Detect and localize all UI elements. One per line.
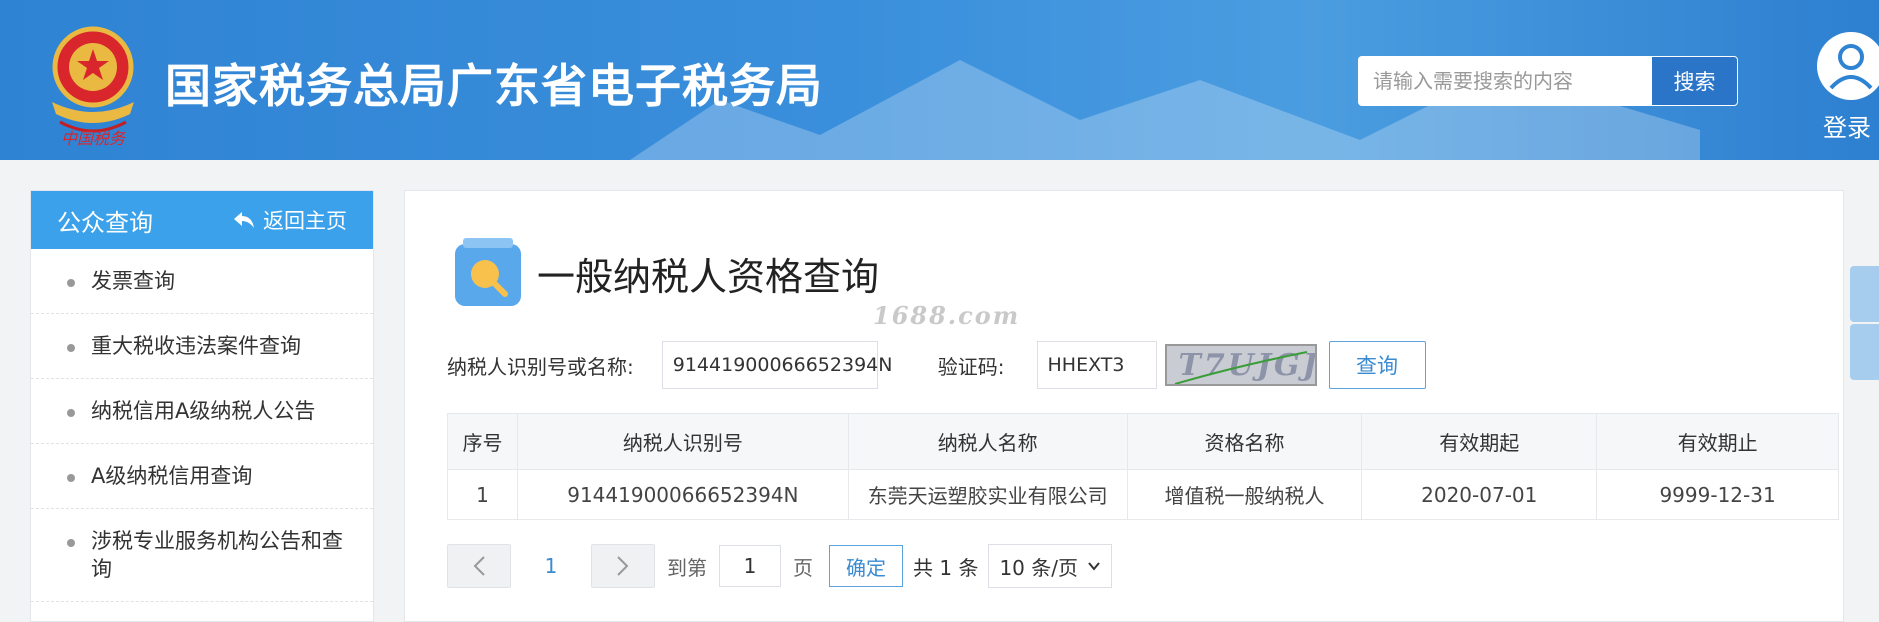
table-header-row: 序号 纳税人识别号 纳税人名称 资格名称 有效期起 有效期止 <box>447 413 1839 470</box>
cell-taxpayer-name: 东莞天运塑胶实业有限公司 <box>847 469 1128 520</box>
sidebar-item-a-level-announcement[interactable]: 纳税信用A级纳税人公告 <box>31 379 373 444</box>
sidebar-item-tax-violation-cases[interactable]: 重大税收违法案件查询 <box>31 314 373 379</box>
taxpayer-label: 纳税人识别号或名称: <box>447 354 634 379</box>
col-valid-from: 有效期起 <box>1361 413 1598 470</box>
back-home-link[interactable]: 返回主页 <box>233 205 347 235</box>
user-avatar-icon <box>1817 32 1879 100</box>
query-form: 纳税人识别号或名称: 91441900066652394N 验证码: HHEXT… <box>447 341 1426 389</box>
captcha-image[interactable]: T7UJGJ <box>1164 344 1317 386</box>
page-title: 一般纳税人资格查询 <box>537 255 880 299</box>
chevron-down-icon <box>1088 562 1101 571</box>
page-unit-label: 页 <box>793 555 813 580</box>
taxpayer-input[interactable]: 91441900066652394N <box>661 341 892 389</box>
goto-page-input[interactable]: 1 <box>719 545 781 587</box>
cell-valid-to: 9999-12-31 <box>1596 469 1839 520</box>
site-title: 国家税务总局广东省电子税务局 <box>165 59 823 113</box>
cell-index: 1 <box>447 469 518 520</box>
login-label: 登录 <box>1823 114 1871 142</box>
floating-toolbar <box>1850 266 1879 382</box>
sidebar-item-tax-service-agencies[interactable]: 涉税专业服务机构公告和查询 <box>31 509 373 602</box>
captcha-input[interactable]: HHEXT3 <box>1036 341 1157 389</box>
search-button[interactable]: 搜索 <box>1651 56 1738 106</box>
sidebar: 公众查询 返回主页 发票查询 重大税收违法案件查询 纳税信用A级纳税人公告 A级… <box>30 190 374 622</box>
pagination: 1 到第 1 页 确定 共 1 条 10 条/页 <box>447 543 1113 589</box>
search-document-icon <box>455 238 521 306</box>
bullet-icon <box>67 279 75 287</box>
query-button[interactable]: 查询 <box>1328 341 1426 389</box>
bullet-icon <box>67 344 75 352</box>
login-button[interactable]: 登录 <box>1815 30 1879 143</box>
col-valid-to: 有效期止 <box>1596 413 1839 470</box>
sidebar-item-invoice-query[interactable]: 发票查询 <box>31 249 373 314</box>
edit-float-button[interactable] <box>1850 324 1879 380</box>
col-taxpayer-id: 纳税人识别号 <box>516 413 849 470</box>
tax-emblem-icon: 中国税务 <box>52 26 134 148</box>
chat-float-button[interactable] <box>1850 266 1879 322</box>
table-row: 1 91441900066652394N 东莞天运塑胶实业有限公司 增值税一般纳… <box>447 469 1839 520</box>
captcha-label: 验证码: <box>937 354 1005 379</box>
cell-qualification: 增值税一般纳税人 <box>1126 469 1363 520</box>
bullet-icon <box>67 474 75 482</box>
page-number[interactable]: 1 <box>511 554 591 578</box>
prev-page-button[interactable] <box>447 544 511 588</box>
goto-confirm-button[interactable]: 确定 <box>829 545 903 587</box>
sidebar-menu: 发票查询 重大税收违法案件查询 纳税信用A级纳税人公告 A级纳税信用查询 涉税专… <box>31 249 373 602</box>
main-panel: 一般纳税人资格查询 1688.com 纳税人识别号或名称: 9144190006… <box>404 190 1844 622</box>
goto-label: 到第 <box>667 555 707 580</box>
cell-valid-from: 2020-07-01 <box>1361 469 1598 520</box>
sidebar-title: 公众查询 <box>57 208 153 237</box>
cell-taxpayer-id: 91441900066652394N <box>516 469 849 520</box>
site-header: 中国税务 国家税务总局广东省电子税务局 搜索 登录 <box>0 0 1879 160</box>
watermark: 1688.com <box>873 301 1021 330</box>
bullet-icon <box>67 539 75 547</box>
col-index: 序号 <box>447 413 518 470</box>
col-taxpayer-name: 纳税人名称 <box>847 413 1128 470</box>
sidebar-header: 公众查询 返回主页 <box>31 191 373 249</box>
reply-arrow-icon <box>234 212 254 228</box>
back-home-label: 返回主页 <box>263 209 347 233</box>
result-table: 序号 纳税人识别号 纳税人名称 资格名称 有效期起 有效期止 1 9144190… <box>447 413 1839 520</box>
bullet-icon <box>67 409 75 417</box>
next-page-button[interactable] <box>591 544 655 588</box>
svg-text:中国税务: 中国税务 <box>61 129 127 148</box>
search-bar: 搜索 <box>1358 56 1738 106</box>
chevron-right-icon <box>617 556 629 576</box>
chevron-left-icon <box>473 556 485 576</box>
sidebar-item-a-level-credit-query[interactable]: A级纳税信用查询 <box>31 444 373 509</box>
search-input[interactable] <box>1358 56 1651 106</box>
page-size-select[interactable]: 10 条/页 <box>988 544 1113 588</box>
total-count: 共 1 条 <box>913 555 979 580</box>
col-qualification: 资格名称 <box>1126 413 1363 470</box>
